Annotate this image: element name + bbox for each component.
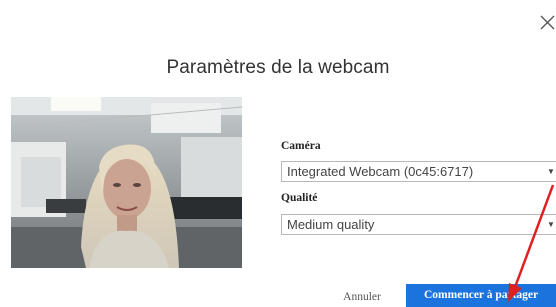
camera-select-value: Integrated Webcam (0c45:6717) bbox=[287, 164, 474, 179]
close-icon[interactable] bbox=[539, 14, 556, 32]
chevron-down-icon: ▼ bbox=[547, 220, 555, 229]
dialog-title: Paramètres de la webcam bbox=[166, 57, 390, 78]
camera-label: Caméra bbox=[281, 140, 321, 152]
quality-select[interactable]: Medium quality ▼ bbox=[281, 214, 556, 235]
cancel-button[interactable]: Annuler bbox=[334, 288, 390, 307]
webcam-settings-dialog: Paramètres de la webcam Caméra Integrate… bbox=[0, 0, 556, 307]
chevron-down-icon: ▼ bbox=[547, 167, 555, 176]
quality-label: Qualité bbox=[281, 192, 318, 204]
start-sharing-button[interactable]: Commencer à partager bbox=[406, 284, 556, 307]
webcam-preview bbox=[11, 97, 242, 268]
quality-select-value: Medium quality bbox=[287, 217, 375, 232]
camera-select[interactable]: Integrated Webcam (0c45:6717) ▼ bbox=[281, 161, 556, 182]
